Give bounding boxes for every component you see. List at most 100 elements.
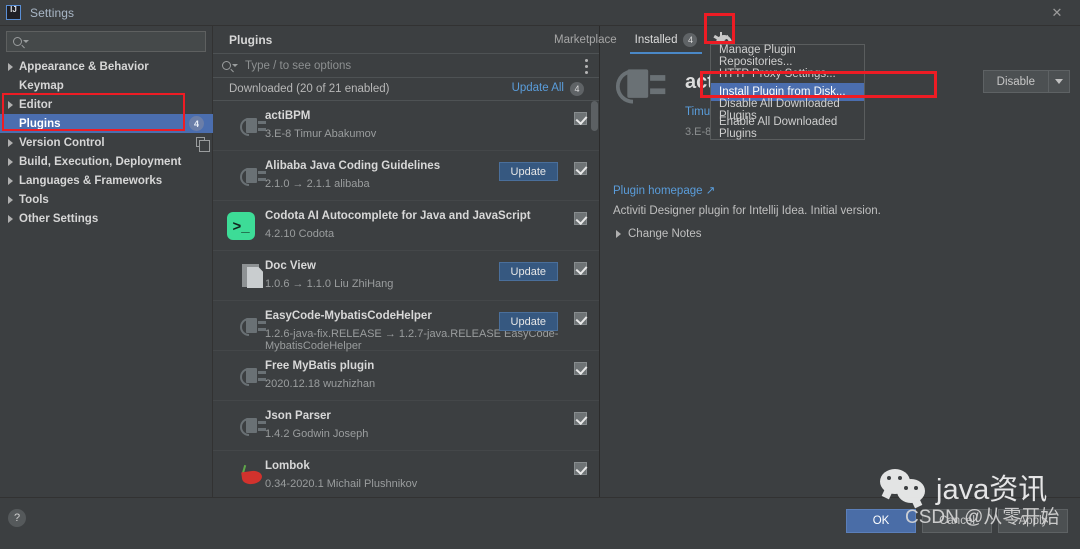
menu-item-manage-plugin-repositories[interactable]: Manage Plugin Repositories... bbox=[711, 44, 864, 68]
plugins-panel: Plugins Type / to see options Downloaded… bbox=[213, 26, 600, 497]
sidebar-item-languages-frameworks[interactable]: Languages & Frameworks bbox=[0, 171, 213, 190]
table-row[interactable]: Lombok 0.34-2020.1 Michail Plushnikov bbox=[213, 451, 599, 496]
sidebar-item-version-control[interactable]: Version Control bbox=[0, 133, 213, 152]
sidebar-item-label: Version Control bbox=[19, 136, 105, 149]
plugin-meta: 3.E-8 Timur Abakumov bbox=[265, 128, 377, 140]
dialog-buttons: OK Cancel Apply bbox=[846, 509, 1068, 533]
sidebar-item-other-settings[interactable]: Other Settings bbox=[0, 209, 213, 228]
tab-label: Marketplace bbox=[554, 34, 617, 46]
plugin-enabled-checkbox[interactable] bbox=[574, 362, 587, 375]
disable-button-label: Disable bbox=[996, 75, 1035, 88]
close-icon[interactable]: ✕ bbox=[1034, 0, 1080, 26]
settings-sidebar: Appearance & Behavior Keymap Editor Plug… bbox=[0, 26, 213, 497]
search-dropdown-caret-icon bbox=[232, 64, 238, 67]
plugins-panel-title: Plugins bbox=[229, 32, 273, 47]
plug-icon bbox=[239, 362, 267, 390]
update-button[interactable]: Update bbox=[498, 162, 558, 181]
plugin-meta: 0.34-2020.1 Michail Plushnikov bbox=[265, 478, 418, 490]
plugin-name: actiBPM bbox=[265, 110, 311, 122]
copy-settings-icon[interactable] bbox=[196, 137, 210, 152]
title-bar: Settings ✕ bbox=[0, 0, 1080, 26]
chevron-right-icon bbox=[8, 100, 13, 109]
sidebar-item-tools[interactable]: Tools bbox=[0, 190, 213, 209]
table-row[interactable]: Alibaba Java Coding Guidelines 2.1.0 → 2… bbox=[213, 151, 599, 201]
sidebar-item-appearance-behavior[interactable]: Appearance & Behavior bbox=[0, 57, 213, 76]
chevron-right-icon bbox=[8, 214, 13, 223]
menu-item-enable-all-downloaded-plugins[interactable]: Enable All Downloaded Plugins bbox=[711, 116, 864, 140]
plugin-enabled-checkbox[interactable] bbox=[574, 212, 587, 225]
tab-installed[interactable]: Installed 4 bbox=[626, 26, 707, 54]
ok-button[interactable]: OK bbox=[846, 509, 916, 533]
plugin-search-placeholder: Type / to see options bbox=[245, 59, 352, 72]
disable-button[interactable]: Disable bbox=[982, 70, 1070, 93]
plugin-enabled-checkbox[interactable] bbox=[574, 412, 587, 425]
chevron-down-icon[interactable] bbox=[1049, 71, 1069, 92]
sidebar-item-label: Editor bbox=[19, 98, 53, 111]
plugin-name: Alibaba Java Coding Guidelines bbox=[265, 160, 441, 172]
kebab-menu-icon[interactable] bbox=[585, 59, 588, 74]
dialog-footer: ? OK Cancel Apply bbox=[0, 497, 1080, 549]
tab-marketplace[interactable]: Marketplace bbox=[545, 26, 626, 54]
plugin-tabs: Marketplace Installed 4 bbox=[545, 26, 735, 54]
search-icon bbox=[13, 37, 22, 46]
sidebar-item-label: Tools bbox=[19, 193, 49, 206]
plugin-meta: 1.0.6 → 1.1.0 Liu ZhiHang bbox=[265, 278, 394, 290]
chevron-right-icon bbox=[8, 195, 13, 204]
plugin-enabled-checkbox[interactable] bbox=[574, 462, 587, 475]
settings-dialog: Settings ✕ Appearance & Behavior Keymap … bbox=[0, 0, 1080, 549]
plugin-enabled-checkbox[interactable] bbox=[574, 162, 587, 175]
update-button[interactable]: Update bbox=[498, 262, 558, 281]
tab-label: Installed bbox=[634, 34, 678, 46]
plugin-description: Activiti Designer plugin for Intellij Id… bbox=[613, 205, 881, 217]
lombok-icon bbox=[239, 462, 267, 490]
table-row[interactable]: Free MyBatis plugin 2020.12.18 wuzhizhan bbox=[213, 351, 599, 401]
plugin-detail-version: 3.E-8 bbox=[685, 126, 712, 138]
chevron-right-icon bbox=[8, 176, 13, 185]
plug-icon bbox=[239, 162, 267, 190]
plugin-meta: 1.2.6-java-fix.RELEASE → 1.2.7-java.RELE… bbox=[265, 328, 559, 352]
plugin-search-input[interactable]: Type / to see options bbox=[213, 53, 599, 78]
plugin-name: Doc View bbox=[265, 260, 316, 272]
document-icon bbox=[239, 262, 267, 290]
plugins-update-badge: 4 bbox=[189, 116, 204, 131]
plugin-name: EasyCode-MybatisCodeHelper bbox=[265, 310, 432, 322]
plugin-name: Json Parser bbox=[265, 410, 331, 422]
chevron-right-icon bbox=[8, 62, 13, 71]
help-icon[interactable]: ? bbox=[8, 509, 26, 527]
table-row[interactable]: actiBPM 3.E-8 Timur Abakumov bbox=[213, 101, 599, 151]
change-notes-toggle[interactable]: Change Notes bbox=[616, 228, 702, 240]
plugin-enabled-checkbox[interactable] bbox=[574, 112, 587, 125]
plugin-enabled-checkbox[interactable] bbox=[574, 262, 587, 275]
update-button[interactable]: Update bbox=[498, 312, 558, 331]
sidebar-item-keymap[interactable]: Keymap bbox=[0, 76, 213, 95]
update-all-link[interactable]: Update All bbox=[512, 82, 564, 94]
change-notes-label: Change Notes bbox=[628, 228, 702, 240]
plug-icon bbox=[239, 112, 267, 140]
plugin-settings-menu: Manage Plugin Repositories... HTTP Proxy… bbox=[710, 44, 865, 140]
plug-icon bbox=[239, 412, 267, 440]
apply-button[interactable]: Apply bbox=[998, 509, 1068, 533]
sidebar-item-label: Appearance & Behavior bbox=[19, 60, 149, 73]
sidebar-search-input[interactable] bbox=[6, 31, 206, 52]
sidebar-item-label: Languages & Frameworks bbox=[19, 174, 163, 187]
table-row[interactable]: Doc View 1.0.6 → 1.1.0 Liu ZhiHang Updat… bbox=[213, 251, 599, 301]
sidebar-item-label: Other Settings bbox=[19, 212, 99, 225]
sidebar-item-editor[interactable]: Editor bbox=[0, 95, 213, 114]
sidebar-item-build-execution-deployment[interactable]: Build, Execution, Deployment bbox=[0, 152, 213, 171]
cancel-button[interactable]: Cancel bbox=[922, 509, 992, 533]
search-dropdown-caret-icon bbox=[23, 40, 29, 43]
plugin-list: actiBPM 3.E-8 Timur Abakumov Alibaba Jav… bbox=[213, 100, 599, 496]
plugin-homepage-link[interactable]: Plugin homepage ↗ bbox=[613, 183, 715, 197]
table-row[interactable]: >_ Codota AI Autocomplete for Java and J… bbox=[213, 201, 599, 251]
codota-icon: >_ bbox=[227, 212, 255, 240]
plugin-meta: 4.2.10 Codota bbox=[265, 228, 335, 240]
sidebar-item-label: Keymap bbox=[19, 79, 64, 92]
intellij-idea-logo-icon bbox=[6, 5, 21, 20]
table-row[interactable]: EasyCode-MybatisCodeHelper 1.2.6-java-fi… bbox=[213, 301, 599, 352]
table-row[interactable]: Json Parser 1.4.2 Godwin Joseph bbox=[213, 401, 599, 451]
sidebar-list: Appearance & Behavior Keymap Editor Plug… bbox=[0, 57, 213, 228]
plugin-enabled-checkbox[interactable] bbox=[574, 312, 587, 325]
chevron-right-icon bbox=[616, 230, 621, 238]
plugin-meta: 2.1.0 → 2.1.1 alibaba bbox=[265, 178, 370, 190]
sidebar-item-plugins[interactable]: Plugins 4 bbox=[0, 114, 213, 133]
